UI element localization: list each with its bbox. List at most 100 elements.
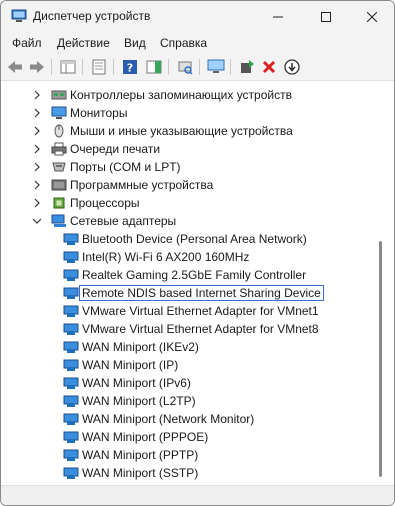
disable-device-button[interactable]	[282, 57, 302, 77]
device-label: WAN Miniport (IP)	[82, 358, 179, 372]
chevron-right-icon[interactable]	[31, 179, 43, 191]
tree-item-network-adapter[interactable]: Bluetooth Device (Personal Area Network)	[63, 230, 307, 248]
toolbar-separator	[51, 59, 52, 75]
tree-category-label: Мониторы	[70, 106, 128, 120]
device-label: WAN Miniport (Network Monitor)	[82, 412, 255, 426]
minimize-button[interactable]	[255, 1, 301, 33]
device-label: WAN Miniport (PPPOE)	[82, 430, 209, 444]
network-adapter-icon	[63, 286, 79, 300]
tree-item-network-adapter[interactable]: WAN Miniport (IP)	[63, 356, 178, 374]
network-adapter-icon	[63, 340, 79, 354]
tree-category-label: Очереди печати	[70, 142, 161, 156]
device-label: WAN Miniport (PPTP)	[82, 448, 199, 462]
tree-item-network-adapter[interactable]: WAN Miniport (IKEv2)	[63, 338, 199, 356]
disable-icon	[284, 59, 300, 75]
menu-help[interactable]: Справка	[160, 36, 207, 50]
close-button[interactable]	[349, 1, 394, 33]
tree-item-network-adapter[interactable]: WAN Miniport (L2TP)	[63, 392, 196, 410]
tree-item-network-adapter[interactable]: VMware Virtual Ethernet Adapter for VMne…	[63, 302, 319, 320]
tree-category[interactable]: Очереди печати	[31, 140, 160, 158]
tree-category-label: Контроллеры запоминающих устройств	[70, 88, 292, 102]
help-button[interactable]: ?	[120, 57, 140, 77]
tree-category-network-adapters[interactable]: Сетевые адаптеры	[31, 212, 176, 230]
network-adapter-icon	[63, 304, 79, 318]
monitor-icon	[51, 106, 67, 120]
processor-icon	[51, 196, 67, 210]
chevron-right-icon[interactable]	[31, 107, 43, 119]
uninstall-device-button[interactable]	[259, 57, 279, 77]
network-adapter-icon	[63, 412, 79, 426]
tree-item-network-adapter[interactable]: WAN Miniport (Network Monitor)	[63, 410, 254, 428]
network-adapter-icon	[63, 232, 79, 246]
menu-file[interactable]: Файл	[12, 36, 42, 50]
tree-category[interactable]: Мыши и иные указывающие устройства	[31, 122, 293, 140]
network-adapter-icon	[63, 358, 79, 372]
window-title: Диспетчер устройств	[33, 9, 151, 23]
tree-item-network-adapter[interactable]: Realtek Gaming 2.5GbE Family Controller	[63, 266, 306, 284]
tree-category[interactable]: Контроллеры запоминающих устройств	[31, 86, 292, 104]
tree-category[interactable]: Процессоры	[31, 194, 140, 212]
device-label: VMware Virtual Ethernet Adapter for VMne…	[82, 304, 319, 318]
device-label: Remote NDIS based Internet Sharing Devic…	[79, 285, 324, 301]
chevron-right-icon[interactable]	[31, 89, 43, 101]
tree-category[interactable]: Порты (COM и LPT)	[31, 158, 181, 176]
maximize-button[interactable]	[303, 1, 349, 33]
network-adapter-icon	[63, 430, 79, 444]
menu-bar: Файл Действие Вид Справка	[1, 33, 394, 53]
tree-category-label: Мыши и иные указывающие устройства	[70, 124, 293, 138]
device-label: WAN Miniport (IKEv2)	[82, 340, 199, 354]
update-driver-button[interactable]	[237, 57, 257, 77]
network-adapter-icon	[51, 214, 67, 228]
device-tree[interactable]: Контроллеры запоминающих устройств Монит…	[1, 81, 394, 485]
chevron-right-icon[interactable]	[31, 125, 43, 137]
tree-item-network-adapter[interactable]: WAN Miniport (IPv6)	[63, 374, 191, 392]
tree-item-network-adapter[interactable]: WAN Miniport (PPPOE)	[63, 428, 208, 446]
device-label: VMware Virtual Ethernet Adapter for VMne…	[82, 322, 319, 336]
device-label: WAN Miniport (SSTP)	[82, 466, 199, 480]
tree-item-network-adapter[interactable]: WAN Miniport (SSTP)	[63, 464, 198, 482]
chevron-right-icon[interactable]	[31, 143, 43, 155]
toolbar-separator	[82, 59, 83, 75]
chevron-down-icon[interactable]	[31, 215, 43, 227]
toolbar-separator	[199, 59, 200, 75]
status-bar	[1, 485, 394, 505]
update-driver-icon	[241, 60, 254, 73]
action-pane-icon	[146, 60, 162, 74]
show-hide-console-tree-button[interactable]	[58, 57, 78, 77]
tree-category[interactable]: Мониторы	[31, 104, 127, 122]
tree-item-network-adapter[interactable]: VMware Virtual Ethernet Adapter for VMne…	[63, 320, 319, 338]
device-manager-window: Диспетчер устройств Файл Действие Вид Сп…	[0, 0, 395, 506]
back-button[interactable]	[5, 57, 25, 77]
network-adapter-icon	[63, 394, 79, 408]
tree-item-network-adapter-selected[interactable]: Remote NDIS based Internet Sharing Devic…	[63, 284, 324, 302]
software-device-icon	[51, 178, 67, 192]
action-pane-button[interactable]	[144, 57, 164, 77]
chevron-right-icon[interactable]	[31, 161, 43, 173]
tree-item-network-adapter[interactable]: WAN Miniport (PPTP)	[63, 446, 198, 464]
menu-action[interactable]: Действие	[57, 36, 110, 50]
device-label: WAN Miniport (IPv6)	[82, 376, 191, 390]
tree-category[interactable]: Программные устройства	[31, 176, 213, 194]
forward-button[interactable]	[27, 57, 47, 77]
tree-category-label: Процессоры	[70, 196, 140, 210]
storage-controller-icon	[51, 88, 67, 102]
properties-button[interactable]	[89, 57, 109, 77]
tree-item-network-adapter[interactable]: Intel(R) Wi-Fi 6 AX200 160MHz	[63, 248, 249, 266]
toolbar-separator	[113, 59, 114, 75]
network-adapter-icon	[63, 322, 79, 336]
console-tree-icon	[60, 60, 76, 74]
chevron-right-icon[interactable]	[31, 197, 43, 209]
scan-hardware-button[interactable]	[175, 57, 195, 77]
title-bar: Диспетчер устройств	[1, 1, 394, 33]
properties-icon	[92, 59, 106, 75]
menu-view[interactable]: Вид	[124, 36, 146, 50]
computer-button[interactable]	[206, 57, 226, 77]
mouse-icon	[51, 124, 67, 138]
forward-icon	[30, 61, 44, 73]
vertical-scrollbar-thumb[interactable]	[379, 241, 382, 477]
network-adapter-icon	[63, 268, 79, 282]
printer-icon	[51, 142, 67, 156]
device-label: WAN Miniport (L2TP)	[82, 394, 196, 408]
minimize-icon	[273, 16, 283, 18]
network-adapter-icon	[63, 466, 79, 480]
